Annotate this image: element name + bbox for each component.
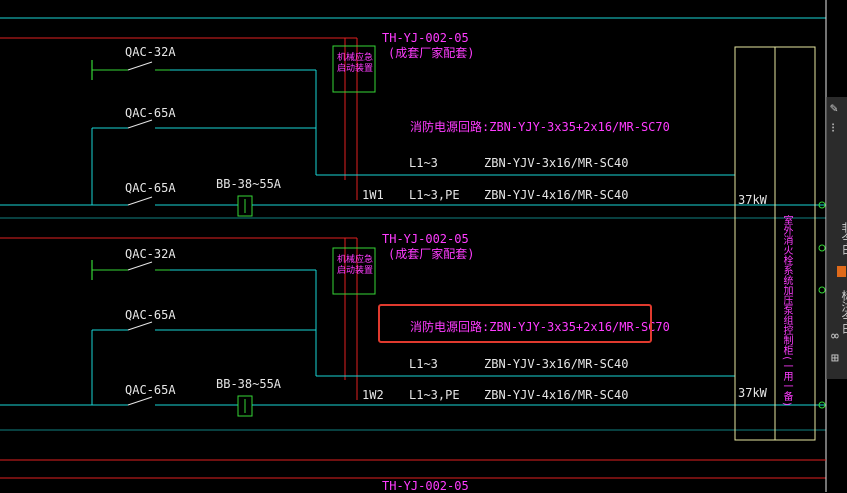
toolbar-label: 标注今日: [840, 290, 847, 334]
breaker-label: QAC-32A: [125, 247, 176, 261]
pencil-icon[interactable]: ✎: [830, 102, 838, 116]
phase-label: L1~3: [409, 156, 438, 170]
phase-label: L1~3,PE: [409, 188, 460, 202]
device-note: (成套厂家配套): [388, 247, 475, 261]
cable-label: ZBN-YJV-4x16/MR-SC40: [484, 188, 629, 202]
schematic-canvas[interactable]: [0, 0, 847, 492]
cable-label: ZBN-YJV-4x16/MR-SC40: [484, 388, 629, 402]
terminal-node: [818, 244, 826, 252]
breaker-row: [91, 60, 316, 80]
device-code: TH-YJ-002-05: [382, 232, 469, 246]
orange-swatch-icon[interactable]: [837, 266, 846, 277]
grid-icon[interactable]: ⊞: [831, 352, 839, 366]
terminal-node: [818, 286, 826, 294]
breaker-label: QAC-32A: [125, 45, 176, 59]
emergency-box-label: 机械应急启动装置: [336, 53, 373, 74]
power-label: 37kW: [738, 193, 767, 207]
circuit-label: 1W1: [362, 188, 384, 202]
breaker-row: [91, 260, 316, 280]
main-cable-label: 消防电源回路:ZBN-YJY-3x35+2x16/MR-SC70: [410, 120, 670, 134]
breaker-label: QAC-65A: [125, 383, 176, 397]
device-code: TH-YJ-002-05: [382, 31, 469, 45]
device-code: TH-YJ-002-05: [382, 479, 469, 493]
cable-label: ZBN-YJV-3x16/MR-SC40: [484, 156, 629, 170]
contactor-label: BB-38~55A: [216, 177, 282, 191]
cable-label: ZBN-YJV-3x16/MR-SC40: [484, 357, 629, 371]
toolbar-label: 非今日: [840, 222, 847, 255]
link-icon[interactable]: ∞: [831, 330, 839, 344]
dots-icon[interactable]: ⁝: [831, 122, 835, 136]
emergency-box-label: 机械应急启动装置: [336, 255, 373, 276]
phase-label: L1~3: [409, 357, 438, 371]
breaker-label: QAC-65A: [125, 106, 176, 120]
circuit-label: 1W2: [362, 388, 384, 402]
device-note: (成套厂家配套): [388, 46, 475, 60]
selection-highlight: [378, 304, 652, 343]
contactor-label: BB-38~55A: [216, 377, 282, 391]
power-label: 37kW: [738, 386, 767, 400]
breaker-label: QAC-65A: [125, 308, 176, 322]
phase-label: L1~3,PE: [409, 388, 460, 402]
breaker-label: QAC-65A: [125, 181, 176, 195]
load-cabinet-label: 室外消火栓系统加压泵组控制柜(一用一备): [781, 215, 792, 408]
